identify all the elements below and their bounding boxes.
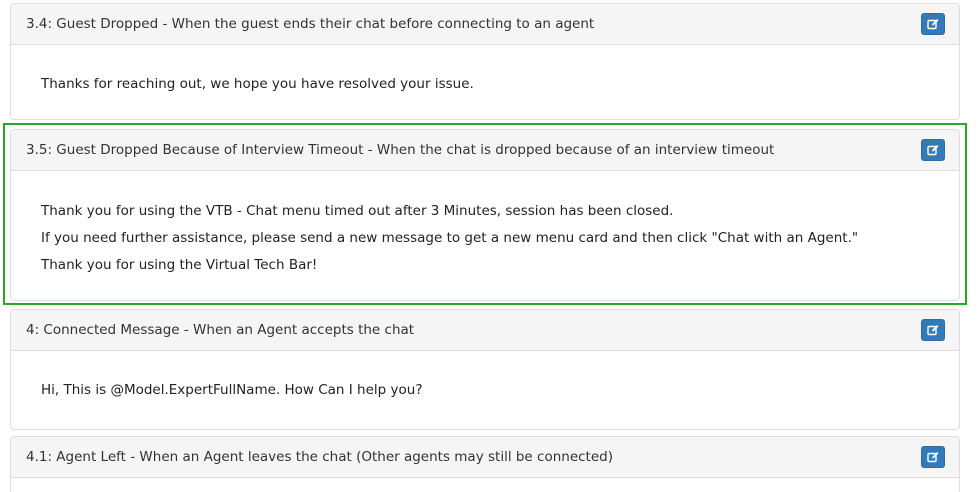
panel-title: 3.5: Guest Dropped Because of Interview … [26,142,775,158]
edit-icon [927,19,939,30]
edit-icon [927,325,939,336]
template-panel-agent-left: 4.1: Agent Left - When an Agent leaves t… [10,436,960,492]
edit-button[interactable] [921,446,945,468]
template-panel-connected-message: 4: Connected Message - When an Agent acc… [10,309,960,430]
panel-heading: 4: Connected Message - When an Agent acc… [11,310,959,351]
panel-heading: 3.5: Guest Dropped Because of Interview … [11,130,959,171]
edit-icon [927,452,939,463]
template-panel-interview-timeout: 3.5: Guest Dropped Because of Interview … [10,129,960,301]
message-line: Thanks for reaching out, we hope you hav… [41,76,474,92]
panel-title: 4: Connected Message - When an Agent acc… [26,322,415,338]
panel-heading: 3.4: Guest Dropped - When the guest ends… [11,4,959,45]
message-line: Thank you for using the Virtual Tech Bar… [41,257,318,273]
message-line: Thank you for using the VTB - Chat menu … [41,203,674,219]
edit-button[interactable] [921,139,945,161]
edit-button[interactable] [921,319,945,341]
panel-title: 3.4: Guest Dropped - When the guest ends… [26,16,595,32]
edit-button[interactable] [921,13,945,35]
panel-title: 4.1: Agent Left - When an Agent leaves t… [26,449,613,465]
message-line: Hi, This is @Model.ExpertFullName. How C… [41,382,423,398]
edit-icon [927,145,939,156]
template-panel-guest-dropped: 3.4: Guest Dropped - When the guest ends… [10,3,960,120]
panel-heading: 4.1: Agent Left - When an Agent leaves t… [11,437,959,478]
message-templates-page: 3.4: Guest Dropped - When the guest ends… [0,0,980,492]
message-line: If you need further assistance, please s… [41,230,859,246]
